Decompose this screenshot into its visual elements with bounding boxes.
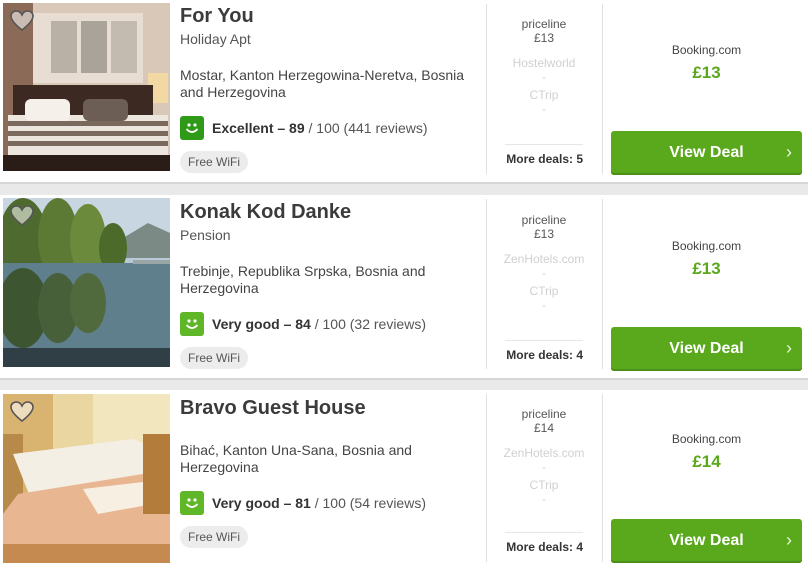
divider	[602, 4, 603, 174]
accommodation-type: Pension	[180, 227, 231, 243]
view-deal-button[interactable]: View Deal ›	[611, 131, 802, 175]
card-divider	[0, 182, 808, 184]
deal-site: ZenHotels.com	[503, 252, 585, 266]
view-deal-button[interactable]: View Deal ›	[611, 327, 802, 371]
rating-reviews: / 100 (32 reviews)	[310, 316, 426, 332]
more-deals-link[interactable]: More deals: 5	[505, 144, 583, 166]
smiley-icon	[180, 312, 204, 336]
best-deal-site: Booking.com	[671, 43, 742, 57]
best-deal-price: £13	[692, 63, 721, 82]
deal-price: -	[542, 298, 546, 312]
rating[interactable]: Very good – 81 / 100 (54 reviews)	[180, 491, 426, 515]
hotel-location: Mostar, Kanton Herzegowina-Neretva, Bosn…	[180, 67, 465, 100]
deal-site: priceline	[521, 407, 567, 421]
more-deals-link[interactable]: More deals: 4	[505, 532, 583, 554]
hotel-name[interactable]: Konak Kod Danke	[180, 201, 351, 224]
amenity-badge: Free WiFi	[180, 151, 248, 173]
rating[interactable]: Excellent – 89 / 100 (441 reviews)	[180, 116, 428, 140]
rating-score: Very good – 81	[212, 495, 311, 511]
deal-site: CTrip	[529, 88, 559, 102]
deal-site: priceline	[521, 213, 567, 227]
deal-item[interactable]: priceline £13	[488, 213, 600, 242]
divider	[602, 199, 603, 369]
chevron-right-icon: ›	[786, 338, 792, 358]
divider	[486, 199, 487, 369]
deal-item[interactable]: priceline £14	[488, 407, 600, 436]
heart-icon[interactable]	[10, 205, 34, 227]
amenity-badge: Free WiFi	[180, 526, 248, 548]
deal-site: Hostelworld	[512, 56, 576, 70]
chevron-right-icon: ›	[786, 142, 792, 162]
rating-score: Excellent – 89	[212, 120, 305, 136]
deal-price: -	[542, 102, 546, 116]
deal-price: £13	[533, 31, 555, 45]
deal-price: -	[542, 492, 546, 506]
rating-reviews: / 100 (54 reviews)	[310, 495, 426, 511]
deal-price: -	[542, 70, 546, 84]
divider	[486, 394, 487, 562]
chevron-right-icon: ›	[786, 530, 792, 550]
rating-reviews: / 100 (441 reviews)	[304, 120, 428, 136]
deal-item[interactable]: CTrip -	[488, 88, 600, 117]
view-deal-button[interactable]: View Deal ›	[611, 519, 802, 563]
smiley-icon	[180, 491, 204, 515]
deal-price: £14	[533, 421, 555, 435]
amenity-badge: Free WiFi	[180, 347, 248, 369]
deal-site: ZenHotels.com	[503, 446, 585, 460]
deal-item[interactable]: ZenHotels.com -	[488, 446, 600, 475]
best-deal-price: £13	[692, 259, 721, 278]
other-deals: priceline £13 Hostelworld - CTrip -	[488, 17, 600, 117]
smiley-icon	[180, 116, 204, 140]
deal-site: CTrip	[529, 284, 559, 298]
hotel-name[interactable]: Bravo Guest House	[180, 397, 366, 420]
view-deal-label: View Deal	[669, 340, 744, 357]
deal-item[interactable]: ZenHotels.com -	[488, 252, 600, 281]
deal-item[interactable]: CTrip -	[488, 478, 600, 507]
hotel-card: For You Holiday Apt Mostar, Kanton Herze…	[0, 0, 808, 182]
heart-icon[interactable]	[10, 401, 34, 423]
divider	[486, 4, 487, 174]
deal-site: CTrip	[529, 478, 559, 492]
deal-price: -	[542, 266, 546, 280]
deal-price: -	[542, 460, 546, 474]
hotel-photo[interactable]	[3, 198, 170, 367]
deal-item[interactable]: Hostelworld -	[488, 56, 600, 85]
hotel-location: Bihać, Kanton Una-Sana, Bosnia and Herze…	[180, 442, 412, 475]
hotel-card: Bravo Guest House Bihać, Kanton Una-Sana…	[0, 390, 808, 567]
deal-site: priceline	[521, 17, 567, 31]
best-deal-site: Booking.com	[671, 239, 742, 253]
deal-item[interactable]: CTrip -	[488, 284, 600, 313]
best-deal-price: £14	[692, 452, 721, 471]
other-deals: priceline £13 ZenHotels.com - CTrip -	[488, 213, 600, 313]
hotel-location: Trebinje, Republika Srpska, Bosnia and H…	[180, 263, 426, 296]
accommodation-type: Holiday Apt	[180, 31, 251, 47]
view-deal-label: View Deal	[669, 144, 744, 161]
rating[interactable]: Very good – 84 / 100 (32 reviews)	[180, 312, 426, 336]
hotel-name[interactable]: For You	[180, 5, 254, 28]
hotel-card: Konak Kod Danke Pension Trebinje, Republ…	[0, 195, 808, 378]
hotel-photo[interactable]	[3, 3, 170, 171]
rating-score: Very good – 84	[212, 316, 311, 332]
card-divider	[0, 378, 808, 380]
divider	[602, 394, 603, 562]
hotel-photo[interactable]	[3, 394, 170, 563]
more-deals-link[interactable]: More deals: 4	[505, 340, 583, 362]
heart-icon[interactable]	[10, 10, 34, 32]
deal-price: £13	[533, 227, 555, 241]
view-deal-label: View Deal	[669, 532, 744, 549]
other-deals: priceline £14 ZenHotels.com - CTrip -	[488, 407, 600, 507]
best-deal-site: Booking.com	[671, 432, 742, 446]
deal-item[interactable]: priceline £13	[488, 17, 600, 46]
